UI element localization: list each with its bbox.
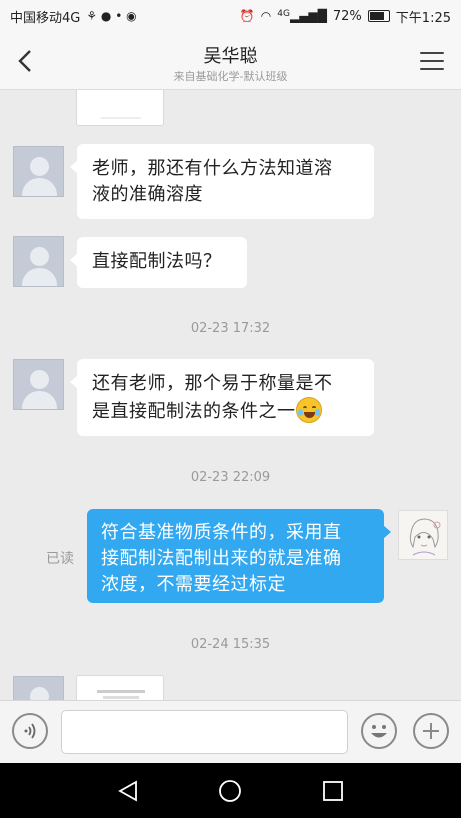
battery-icon: [367, 10, 390, 22]
clock: 下午1:25: [395, 10, 451, 26]
menu-line: [420, 52, 444, 54]
contact-avatar[interactable]: [13, 359, 64, 410]
read-receipt: 已读: [46, 551, 74, 567]
message-text-line: 符合基准物质条件的，采用直: [101, 522, 342, 543]
message-text-line: 直接配制法吗？: [92, 251, 222, 272]
message-bubble[interactable]: 还有老师，那个易于称量是不 是直接配制法的条件之一: [70, 359, 374, 436]
system-back-icon[interactable]: [116, 779, 140, 803]
message-bubble[interactable]: 老师，那还有什么方法知道溶 液的准确溶度: [70, 144, 374, 219]
message-timestamp: 02-23 17:32: [190, 321, 271, 336]
menu-line: [420, 60, 444, 62]
voice-wave-icon: [24, 723, 36, 739]
message-text-line: 浓度，不需要经过标定: [101, 574, 286, 595]
system-home-icon[interactable]: [218, 779, 242, 803]
chat-message-list[interactable]: 老师，那还有什么方法知道溶 液的准确溶度 直接配制法吗？ 02-23 17:32…: [0, 90, 461, 700]
menu-button[interactable]: [417, 48, 447, 74]
system-navigation-bar: [0, 763, 461, 818]
contact-avatar[interactable]: [13, 146, 64, 197]
image-message-thumbnail[interactable]: [76, 675, 164, 700]
my-avatar[interactable]: [398, 510, 448, 560]
message-input-bar: [0, 700, 461, 763]
image-message-thumbnail[interactable]: [76, 90, 164, 126]
smiley-icon: [371, 725, 387, 738]
menu-line: [420, 68, 444, 70]
wifi-icon: ◠: [260, 9, 272, 23]
laughing-tears-emoji-icon: [295, 397, 322, 423]
status-bar: 中国移动4G ⚘ ● • ◉ ⏰ ◠ 4G▂▄▆█ 72% 下午1:25: [0, 0, 461, 32]
message-text-line: 老师，那还有什么方法知道溶: [92, 158, 333, 179]
message-text-line: 液的准确溶度: [92, 184, 203, 205]
network-type-label: 4G: [277, 9, 290, 19]
signal-icon: 4G▂▄▆█: [277, 9, 327, 23]
alarm-icon: ⏰: [239, 9, 255, 23]
contact-class: 来自基础化学-默认班级: [173, 70, 288, 83]
add-attachment-button[interactable]: [413, 713, 449, 749]
message-input-field[interactable]: [61, 710, 348, 754]
contact-name: 吴华聪: [203, 46, 258, 67]
sketch-portrait-icon: [399, 511, 447, 559]
notification-icons: ⚘ ● • ◉: [86, 9, 137, 23]
chat-header: 吴华聪 来自基础化学-默认班级: [0, 32, 461, 90]
contact-avatar[interactable]: [13, 236, 64, 287]
battery-percent: 72%: [332, 8, 362, 24]
system-recents-icon[interactable]: [321, 779, 345, 803]
message-timestamp: 02-24 15:35: [190, 637, 271, 652]
message-timestamp: 02-23 22:09: [190, 470, 271, 485]
message-input[interactable]: [62, 711, 347, 753]
message-text-line-with-emoji: 是直接配制法的条件之一: [92, 397, 359, 425]
voice-input-button[interactable]: [12, 713, 48, 749]
emoji-button[interactable]: [361, 713, 397, 749]
my-message-bubble[interactable]: 符合基准物质条件的，采用直 接配制法配制出来的就是准确 浓度，不需要经过标定: [87, 509, 391, 603]
message-text-line: 接配制法配制出来的就是准确: [101, 548, 342, 569]
carrier-label: 中国移动4G: [10, 10, 81, 26]
message-text-line: 是直接配制法的条件之一: [92, 401, 296, 422]
message-bubble[interactable]: 直接配制法吗？: [70, 237, 247, 288]
status-left: 中国移动4G ⚘ ● • ◉: [10, 7, 137, 26]
message-text-line: 还有老师，那个易于称量是不: [92, 373, 333, 394]
status-right: ⏰ ◠ 4G▂▄▆█ 72% 下午1:25: [240, 7, 451, 26]
contact-avatar[interactable]: [13, 676, 64, 700]
